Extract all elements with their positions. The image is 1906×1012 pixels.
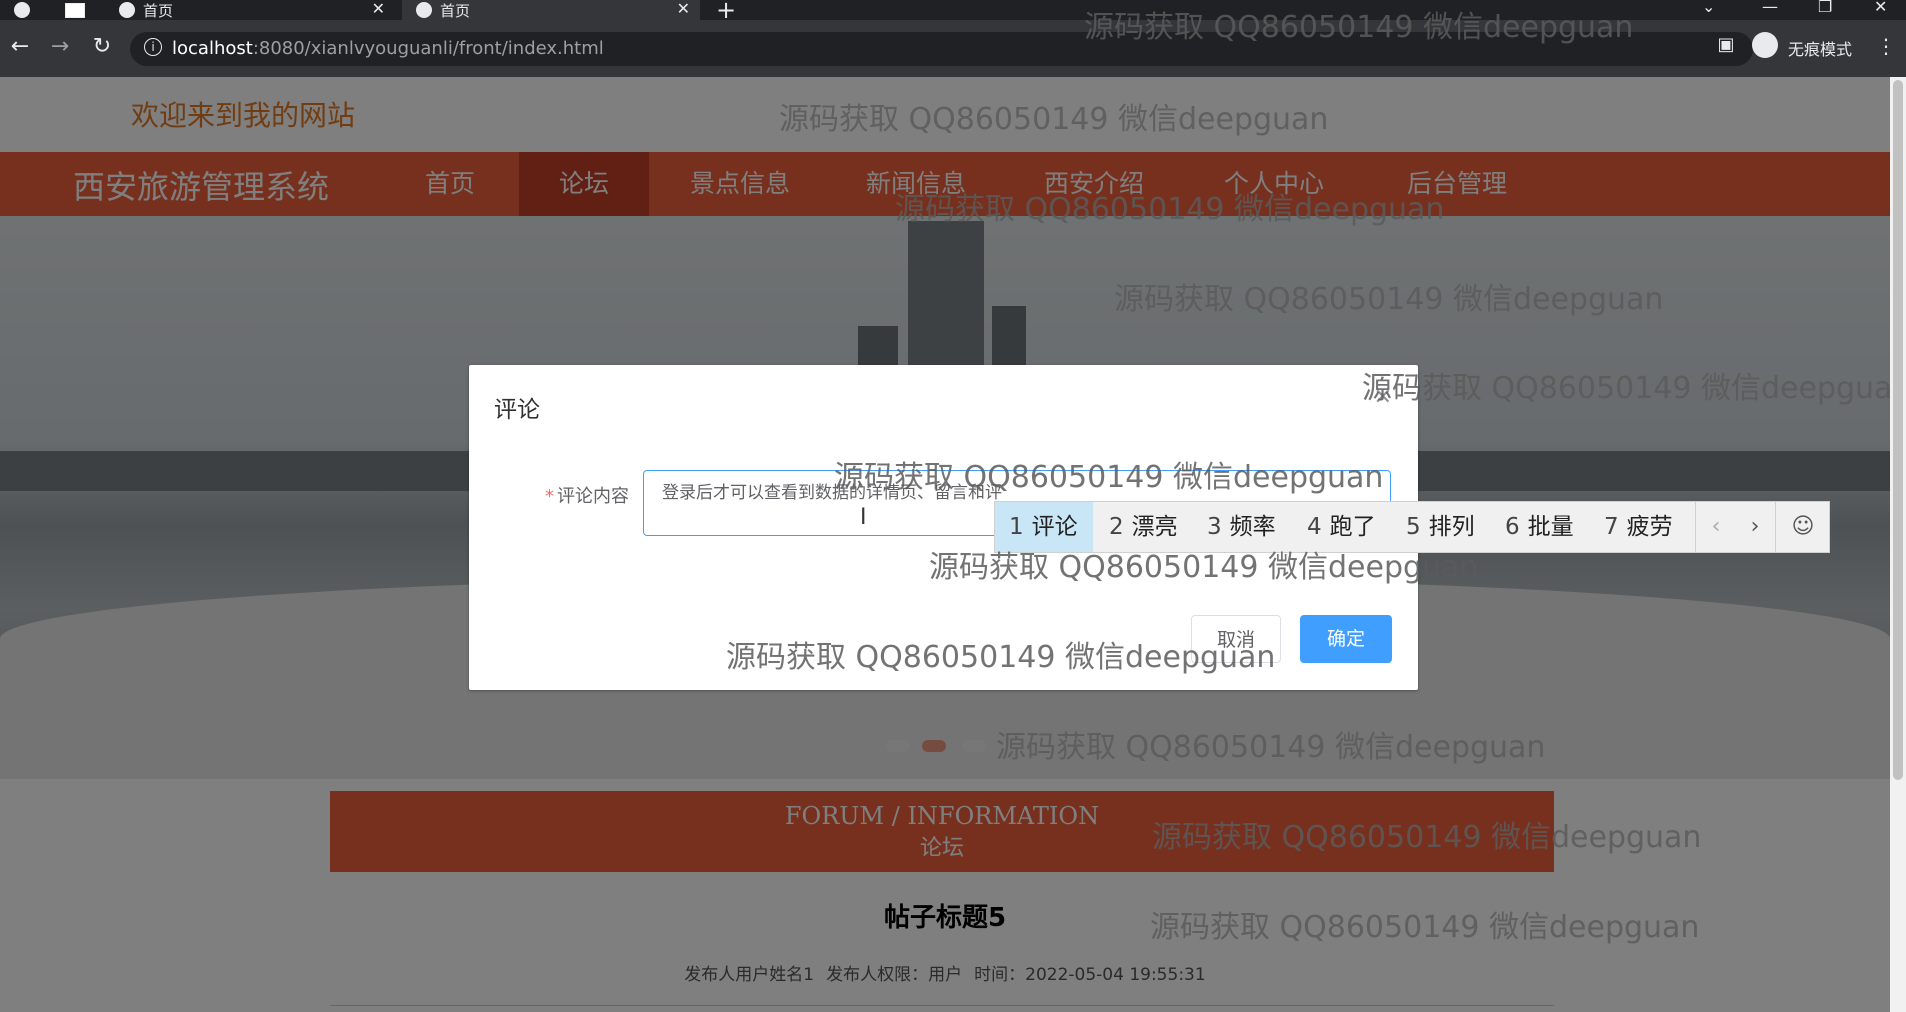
tab-title: 首页 (143, 1, 174, 20)
ime-candidate[interactable]: 1 评论 (995, 502, 1093, 552)
tab-strip-window-icon[interactable] (65, 0, 91, 20)
globe-icon (14, 2, 30, 18)
browser-tab-strip: 首页 ✕ 首页 ✕ + ⌄ — ❐ ✕ (0, 0, 1906, 24)
close-tab-icon[interactable]: ✕ (372, 0, 385, 18)
text-cursor-icon: I (860, 505, 867, 530)
close-icon[interactable]: ✕ (1374, 385, 1392, 410)
required-mark: * (545, 486, 554, 507)
restore-icon[interactable]: ❐ (1818, 0, 1832, 16)
ime-candidate[interactable]: 6 批量 (1505, 502, 1574, 552)
close-tab-icon[interactable]: ✕ (677, 0, 690, 18)
comment-field-label: * 评论内容 (545, 486, 629, 507)
cancel-button[interactable]: 取消 (1191, 615, 1281, 663)
page-scrollbar[interactable] (1890, 77, 1906, 1012)
ime-candidate[interactable]: 3 频率 (1207, 502, 1276, 552)
site-info-icon[interactable]: i (144, 38, 162, 56)
tab-search-icon[interactable]: ⌄ (1702, 0, 1715, 16)
address-bar[interactable]: i localhost:8080/xianlvyouguanli/front/i… (130, 32, 1773, 66)
ime-next-page-icon[interactable]: › (1735, 502, 1775, 552)
ime-candidate[interactable]: 7 疲劳 (1604, 502, 1673, 552)
forward-arrow-icon[interactable]: → (46, 34, 74, 59)
reload-icon[interactable]: ↻ (88, 34, 116, 59)
browser-tab-1[interactable]: 首页 ✕ (105, 0, 395, 20)
browser-tab-2[interactable]: 首页 ✕ (402, 0, 700, 20)
ime-candidate[interactable]: 5 排列 (1406, 502, 1475, 552)
new-tab-button[interactable]: + (716, 0, 740, 24)
window-icon (65, 2, 85, 18)
emoji-icon[interactable]: ☺ (1775, 502, 1830, 552)
minimize-icon[interactable]: — (1762, 0, 1778, 16)
ime-candidate[interactable]: 4 跑了 (1307, 502, 1376, 552)
browser-menu-icon[interactable]: ⋮ (1872, 34, 1900, 58)
tab-strip-app-icon[interactable] (14, 0, 44, 20)
globe-icon (119, 2, 135, 18)
ime-prev-page-icon[interactable]: ‹ (1695, 502, 1736, 552)
back-arrow-icon[interactable]: ← (6, 34, 34, 59)
url-text: localhost:8080/xianlvyouguanli/front/ind… (172, 38, 604, 59)
scrollbar-thumb[interactable] (1893, 80, 1903, 780)
side-panel-icon[interactable]: ▣ (1712, 34, 1740, 55)
tab-title: 首页 (440, 1, 471, 20)
close-window-icon[interactable]: ✕ (1874, 0, 1887, 16)
confirm-button[interactable]: 确定 (1300, 615, 1392, 663)
incognito-label: 无痕模式 (1788, 40, 1853, 59)
ime-candidate[interactable]: 2 漂亮 (1109, 502, 1178, 552)
dialog-title: 评论 (494, 397, 540, 423)
browser-toolbar: ← → ↻ i localhost:8080/xianlvyouguanli/f… (0, 20, 1906, 77)
ime-candidate-bar: 1 评论 2 漂亮 3 频率 4 跑了 5 排列 6 批量 7 疲劳 ‹ › ☺ (994, 501, 1830, 553)
incognito-icon[interactable] (1752, 32, 1778, 58)
globe-icon (416, 2, 432, 18)
